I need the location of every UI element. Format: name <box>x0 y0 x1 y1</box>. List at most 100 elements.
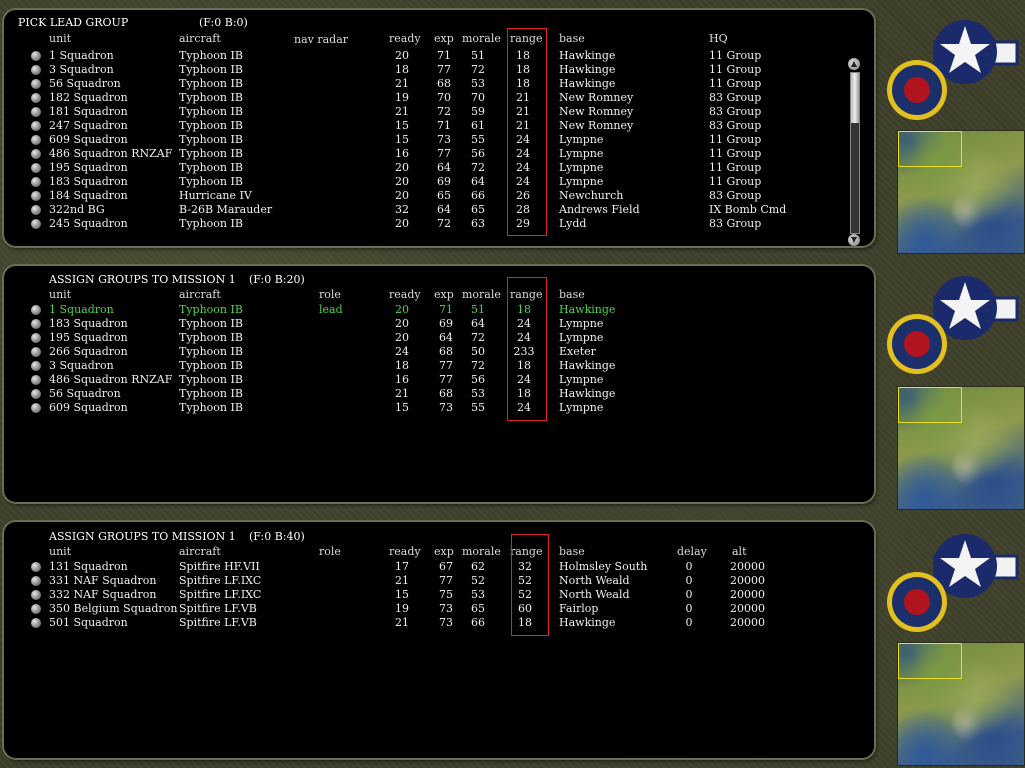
row-select-bullet-icon[interactable] <box>31 305 41 315</box>
col-header-ready[interactable]: ready <box>389 32 421 46</box>
row-select-bullet-icon[interactable] <box>31 93 41 103</box>
table-row[interactable]: 3 Squadron Typhoon IB 18 77 72 18 Hawkinge <box>4 359 874 373</box>
table-row[interactable]: 266 Squadron Typhoon IB 24 68 50 233 Exeter <box>4 345 874 359</box>
row-select-bullet-icon[interactable] <box>31 403 41 413</box>
table-row[interactable]: 245 Squadron Typhoon IB 20 72 63 29 Lydd 83 Gro… <box>4 217 874 231</box>
table-row[interactable]: 195 Squadron Typhoon IB 20 64 72 24 Lympne 11 G… <box>4 161 874 175</box>
scroll-track[interactable] <box>850 72 860 234</box>
row-select-bullet-icon[interactable] <box>31 79 41 89</box>
table-row[interactable]: 350 Belgium Squadron Spitfire LF.VB 19 73 65… <box>4 602 874 616</box>
table-row[interactable]: 332 NAF Squadron Spitfire LF.IXC 15 75 53 52 N… <box>4 588 874 602</box>
row-select-bullet-icon[interactable] <box>31 65 41 75</box>
map-viewport-frame[interactable] <box>898 131 962 167</box>
row-select-bullet-icon[interactable] <box>31 361 41 371</box>
col-header-morale[interactable]: morale <box>462 545 501 559</box>
cell-range: 18 <box>518 616 532 629</box>
row-select-bullet-icon[interactable] <box>31 121 41 131</box>
scroll-up-icon[interactable]: ▲ <box>848 58 860 70</box>
row-select-bullet-icon[interactable] <box>31 389 41 399</box>
col-header-nav-radar[interactable]: nav radar <box>294 33 348 47</box>
col-header-range[interactable]: range <box>510 32 542 46</box>
table-row[interactable]: 609 Squadron Typhoon IB 15 73 55 24 Lympne 11 G… <box>4 133 874 147</box>
col-header-base[interactable]: base <box>559 545 585 559</box>
row-select-bullet-icon[interactable] <box>31 219 41 229</box>
col-header-exp[interactable]: exp <box>434 288 454 302</box>
europe-minimap[interactable] <box>897 130 1025 254</box>
table-row[interactable]: 501 Squadron Spitfire LF.VB 21 73 66 18 Hawkin… <box>4 616 874 630</box>
row-select-bullet-icon[interactable] <box>31 604 41 614</box>
cell-range: 24 <box>516 161 530 174</box>
col-header-role[interactable]: role <box>319 545 341 559</box>
cell-unit: 56 Squadron <box>49 77 121 90</box>
row-select-bullet-icon[interactable] <box>31 562 41 572</box>
col-header-morale[interactable]: morale <box>462 32 501 46</box>
col-header-ready[interactable]: ready <box>389 545 421 559</box>
cell-base: New Romney <box>559 91 634 104</box>
row-select-bullet-icon[interactable] <box>31 319 41 329</box>
col-header-alt[interactable]: alt <box>732 545 747 559</box>
col-header-range[interactable]: range <box>510 545 542 559</box>
map-viewport-frame[interactable] <box>898 387 962 423</box>
table-row[interactable]: 56 Squadron Typhoon IB 21 68 53 18 Hawkinge <box>4 387 874 401</box>
table-row[interactable]: 131 Squadron Spitfire HF.VII 17 67 62 32 Holms… <box>4 560 874 574</box>
col-header-aircraft[interactable]: aircraft <box>179 288 221 302</box>
row-select-bullet-icon[interactable] <box>31 163 41 173</box>
map-viewport-frame[interactable] <box>898 643 962 679</box>
col-header-role[interactable]: role <box>319 288 341 302</box>
col-header-delay[interactable]: delay <box>677 545 707 559</box>
scrollbar[interactable]: ▲ ▼ <box>846 58 862 246</box>
col-header-ready[interactable]: ready <box>389 288 421 302</box>
cell-base: Hawkinge <box>559 49 616 62</box>
table-row[interactable]: 486 Squadron RNZAF Typhoon IB 16 77 56 24 Lymp… <box>4 147 874 161</box>
table-row[interactable]: 181 Squadron Typhoon IB 21 72 59 21 New Romney… <box>4 105 874 119</box>
col-header-base[interactable]: base <box>559 288 585 302</box>
table-row[interactable]: 56 Squadron Typhoon IB 21 68 53 18 Hawkinge 11 … <box>4 77 874 91</box>
row-select-bullet-icon[interactable] <box>31 590 41 600</box>
table-row[interactable]: 183 Squadron Typhoon IB 20 69 64 24 Lympne <box>4 317 874 331</box>
table-row[interactable]: 195 Squadron Typhoon IB 20 64 72 24 Lympne <box>4 331 874 345</box>
row-select-bullet-icon[interactable] <box>31 333 41 343</box>
col-header-aircraft[interactable]: aircraft <box>179 32 221 46</box>
cell-morale: 64 <box>471 175 485 188</box>
row-select-bullet-icon[interactable] <box>31 576 41 586</box>
col-header-unit[interactable]: unit <box>49 32 71 46</box>
table-row[interactable]: 322nd BG B-26B Marauder 32 64 65 28 Andrews Fi… <box>4 203 874 217</box>
cell-unit: 1 Squadron <box>49 49 114 62</box>
col-header-unit[interactable]: unit <box>49 545 71 559</box>
row-select-bullet-icon[interactable] <box>31 347 41 357</box>
col-header-range[interactable]: range <box>510 288 542 302</box>
table-row[interactable]: 331 NAF Squadron Spitfire LF.IXC 21 77 52 52 N… <box>4 574 874 588</box>
table-row[interactable]: 1 Squadron Typhoon IB 20 71 51 18 Hawkinge 11 G… <box>4 49 874 63</box>
table-row[interactable]: 486 Squadron RNZAF Typhoon IB 16 77 56 24 Lymp… <box>4 373 874 387</box>
col-header-exp[interactable]: exp <box>434 545 454 559</box>
row-select-bullet-icon[interactable] <box>31 191 41 201</box>
row-select-bullet-icon[interactable] <box>31 205 41 215</box>
cell-unit: 609 Squadron <box>49 401 128 414</box>
table-row[interactable]: 609 Squadron Typhoon IB 15 73 55 24 Lympne <box>4 401 874 415</box>
row-select-bullet-icon[interactable] <box>31 135 41 145</box>
col-header-hq[interactable]: HQ <box>709 32 728 46</box>
row-select-bullet-icon[interactable] <box>31 618 41 628</box>
row-select-bullet-icon[interactable] <box>31 177 41 187</box>
table-row[interactable]: 1 Squadron Typhoon IB lead 20 71 51 18 Hawkinge <box>4 303 874 317</box>
row-select-bullet-icon[interactable] <box>31 149 41 159</box>
table-row[interactable]: 182 Squadron Typhoon IB 19 70 70 21 New Romney… <box>4 91 874 105</box>
table-row[interactable]: 3 Squadron Typhoon IB 18 77 72 18 Hawkinge 11 G… <box>4 63 874 77</box>
scroll-down-icon[interactable]: ▼ <box>848 234 860 246</box>
row-select-bullet-icon[interactable] <box>31 107 41 117</box>
row-select-bullet-icon[interactable] <box>31 375 41 385</box>
table-row[interactable]: 183 Squadron Typhoon IB 20 69 64 24 Lympne 11 G… <box>4 175 874 189</box>
col-header-base[interactable]: base <box>559 32 585 46</box>
scroll-thumb[interactable] <box>851 73 859 123</box>
table-row[interactable]: 184 Squadron Hurricane IV 20 65 66 26 Newchurc… <box>4 189 874 203</box>
col-header-unit[interactable]: unit <box>49 288 71 302</box>
europe-minimap[interactable] <box>897 642 1025 766</box>
col-header-aircraft[interactable]: aircraft <box>179 545 221 559</box>
col-header-morale[interactable]: morale <box>462 288 501 302</box>
table-row[interactable]: 247 Squadron Typhoon IB 15 71 61 21 New Romney… <box>4 119 874 133</box>
col-header-exp[interactable]: exp <box>434 32 454 46</box>
cell-morale: 59 <box>471 105 485 118</box>
cell-ready: 19 <box>395 91 409 104</box>
europe-minimap[interactable] <box>897 386 1025 510</box>
row-select-bullet-icon[interactable] <box>31 51 41 61</box>
